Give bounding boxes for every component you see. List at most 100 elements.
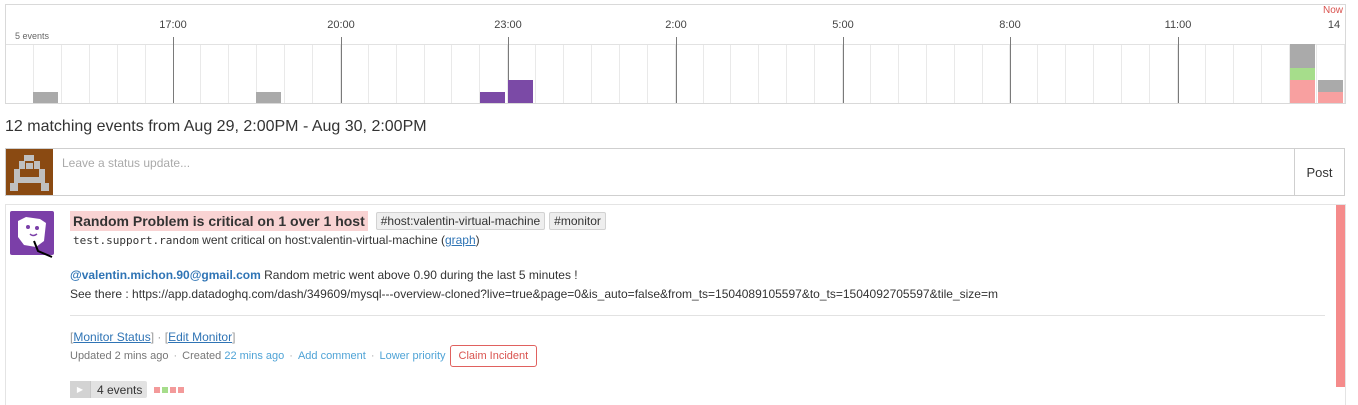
timeline-bar[interactable] xyxy=(1318,92,1343,103)
minor-tick xyxy=(61,45,62,103)
timeline-bar[interactable] xyxy=(508,80,533,103)
minor-tick xyxy=(200,45,201,103)
hour-tick xyxy=(173,37,174,103)
event-message: @valentin.michon.90@gmail.com Random met… xyxy=(70,268,578,282)
separator: · xyxy=(370,350,375,362)
event-description: test.support.random went critical on hos… xyxy=(73,233,480,247)
minor-tick xyxy=(1233,45,1234,103)
hour-tick xyxy=(341,37,342,103)
minor-tick xyxy=(898,45,899,103)
hour-tick xyxy=(676,37,677,103)
updated-time: Updated 2 mins ago xyxy=(70,350,169,362)
graph-link[interactable]: graph xyxy=(445,233,476,247)
timeline-bar[interactable] xyxy=(1290,44,1315,68)
user-avatar xyxy=(6,149,53,195)
timeline-bar[interactable] xyxy=(480,92,505,103)
minor-tick xyxy=(89,45,90,103)
datadog-icon xyxy=(10,211,54,258)
hour-label: 20:00 xyxy=(327,19,355,31)
minor-tick xyxy=(1261,45,1262,103)
minor-tick xyxy=(1344,45,1345,103)
minor-tick xyxy=(1121,45,1122,103)
hour-label: 23:00 xyxy=(494,19,522,31)
timeline-bar[interactable] xyxy=(33,92,58,103)
post-button[interactable]: Post xyxy=(1294,149,1344,195)
lower-priority-link[interactable]: Lower priority xyxy=(379,350,445,362)
minor-tick xyxy=(982,45,983,103)
minor-tick xyxy=(619,45,620,103)
timeline-bar[interactable] xyxy=(1318,80,1343,92)
y-axis-label: 5 events xyxy=(15,31,50,41)
event-card: Random Problem is critical on 1 over 1 h… xyxy=(5,204,1346,405)
tag-host[interactable]: #host:valentin-virtual-machine xyxy=(375,212,546,230)
minor-tick xyxy=(1065,45,1066,103)
minor-tick xyxy=(424,45,425,103)
minor-tick xyxy=(145,45,146,103)
minor-tick xyxy=(1205,45,1206,103)
datadog-avatar xyxy=(10,211,54,258)
event-timeline[interactable]: 17:00 20:00 23:00 2:00 5:00 8:00 11:00 1… xyxy=(5,4,1346,104)
hour-label: 8:00 xyxy=(999,19,1021,31)
expand-events-button[interactable]: ▶ 4 events xyxy=(70,381,148,398)
created-label: Created xyxy=(182,350,222,362)
event-meta: Updated 2 mins ago · Created 22 mins ago… xyxy=(70,345,538,367)
status-update-box: Post xyxy=(5,148,1345,196)
minor-tick xyxy=(228,45,229,103)
add-comment-link[interactable]: Add comment xyxy=(298,350,366,362)
minor-tick xyxy=(368,45,369,103)
message-text: Random metric went above 0.90 during the… xyxy=(260,268,578,282)
hour-tick xyxy=(1010,37,1011,103)
user-avatar-icon xyxy=(6,149,53,195)
timeline-bar[interactable] xyxy=(1290,68,1315,80)
minor-tick xyxy=(563,45,564,103)
description-text: went critical on host:valentin-virtual-m… xyxy=(198,233,445,247)
minor-tick xyxy=(1037,45,1038,103)
minor-tick xyxy=(1093,45,1094,103)
tag-monitor[interactable]: #monitor xyxy=(549,212,606,230)
minor-tick xyxy=(954,45,955,103)
minor-tick xyxy=(396,45,397,103)
metric-name: test.support.random xyxy=(73,234,199,247)
minor-tick xyxy=(814,45,815,103)
related-events: ▶ 4 events xyxy=(70,381,186,398)
minor-tick xyxy=(647,45,648,103)
minor-tick xyxy=(730,45,731,103)
hour-label: 5:00 xyxy=(832,19,854,31)
minor-tick xyxy=(312,45,313,103)
separator: · xyxy=(289,350,293,362)
severity-indicator xyxy=(1336,205,1345,387)
hour-tick xyxy=(843,37,844,103)
edit-monitor-link[interactable]: Edit Monitor xyxy=(168,330,232,344)
status-square xyxy=(178,386,185,393)
status-square xyxy=(162,386,169,393)
minor-tick xyxy=(926,45,927,103)
now-marker: Now xyxy=(1322,5,1344,16)
created-time-link[interactable]: 22 mins ago xyxy=(224,350,284,362)
timeline-bar[interactable] xyxy=(256,92,281,103)
event-title[interactable]: Random Problem is critical on 1 over 1 h… xyxy=(70,211,368,231)
hour-label: 2:00 xyxy=(665,19,687,31)
play-icon: ▶ xyxy=(70,381,91,398)
hour-label: 11:00 xyxy=(1164,19,1192,31)
minor-tick xyxy=(451,45,452,103)
monitor-actions: [Monitor Status] · [Edit Monitor] xyxy=(70,330,236,344)
minor-tick xyxy=(1316,45,1317,103)
hour-tick xyxy=(1178,37,1179,103)
minor-tick xyxy=(758,45,759,103)
minor-tick xyxy=(703,45,704,103)
monitor-status-link[interactable]: Monitor Status xyxy=(73,330,150,344)
minor-tick xyxy=(591,45,592,103)
event-title-row: Random Problem is critical on 1 over 1 h… xyxy=(70,211,606,231)
minor-tick xyxy=(1149,45,1150,103)
user-mention[interactable]: @valentin.michon.90@gmail.com xyxy=(70,268,261,282)
event-status-squares xyxy=(154,386,186,393)
minor-tick xyxy=(786,45,787,103)
see-there-text: See there : https://app.datadoghq.com/da… xyxy=(70,287,998,301)
hour-label: 17:00 xyxy=(159,19,187,31)
divider xyxy=(70,315,1325,316)
hour-label: 14 xyxy=(1327,19,1341,31)
status-update-input[interactable] xyxy=(60,155,1234,171)
timeline-bar[interactable] xyxy=(1290,80,1315,103)
claim-incident-button[interactable]: Claim Incident xyxy=(449,345,538,367)
events-count: 4 events xyxy=(97,382,143,397)
